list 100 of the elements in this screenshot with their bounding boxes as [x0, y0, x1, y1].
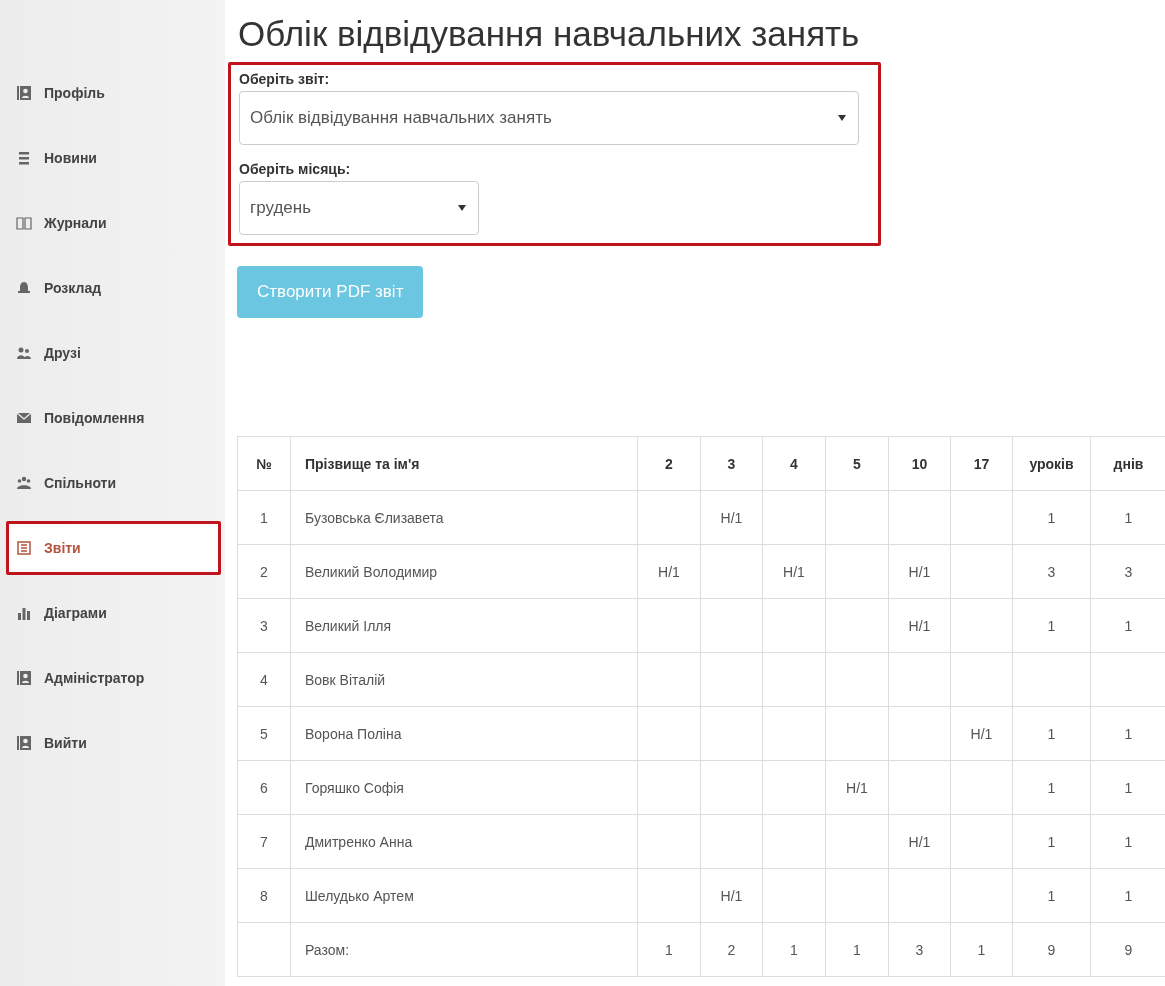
- table-cell: [950, 598, 1013, 653]
- table-cell: [237, 922, 291, 977]
- table-cell: [637, 760, 701, 815]
- table-cell: [888, 706, 951, 761]
- table-cell: [888, 490, 951, 545]
- sidebar-item[interactable]: Вийти: [6, 716, 221, 770]
- table-cell: [825, 544, 889, 599]
- table-cell: [637, 814, 701, 869]
- sidebar-item[interactable]: Адміністратор: [6, 651, 221, 705]
- table-cell: 1: [1012, 598, 1091, 653]
- table-cell: Н/1: [888, 598, 951, 653]
- table-cell: 1: [237, 490, 291, 545]
- table-cell: 2: [237, 544, 291, 599]
- table-cell: 1: [762, 922, 826, 977]
- table-cell: Н/1: [950, 706, 1013, 761]
- table-cell: [888, 652, 951, 707]
- table-cell: [825, 868, 889, 923]
- table-cell: [700, 598, 763, 653]
- table-cell: [825, 490, 889, 545]
- table-cell: [888, 760, 951, 815]
- table-cell: 4: [237, 652, 291, 707]
- table-cell: [762, 490, 826, 545]
- table-cell: [950, 868, 1013, 923]
- table-cell: 8: [237, 868, 291, 923]
- contact-card-icon: [16, 670, 32, 686]
- people-icon: [16, 345, 32, 361]
- table-cell: Ворона Поліна: [290, 706, 638, 761]
- sidebar-item[interactable]: Профіль: [6, 66, 221, 120]
- table-cell: Н/1: [700, 490, 763, 545]
- bar-chart-icon: [16, 605, 32, 621]
- column-header: 4: [762, 436, 826, 491]
- table-cell: Н/1: [700, 868, 763, 923]
- table-cell: [637, 652, 701, 707]
- caret-icon: [458, 205, 466, 211]
- table-cell: [825, 706, 889, 761]
- sidebar-item[interactable]: Спільноти: [6, 456, 221, 510]
- table-cell: [825, 598, 889, 653]
- table-cell: [762, 598, 826, 653]
- table-cell: 1: [1012, 814, 1091, 869]
- table-cell: 1: [637, 922, 701, 977]
- sidebar-item[interactable]: Журнали: [6, 196, 221, 250]
- table-cell: Разом:: [290, 922, 638, 977]
- table-cell: Великий Володимир: [290, 544, 638, 599]
- sidebar-item[interactable]: Розклад: [6, 261, 221, 315]
- sidebar-item[interactable]: Звіти: [6, 521, 221, 575]
- table-cell: 1: [950, 922, 1013, 977]
- contact-card-icon: [16, 735, 32, 751]
- table-cell: Н/1: [637, 544, 701, 599]
- table-cell: [950, 652, 1013, 707]
- table-cell: [762, 814, 826, 869]
- table-cell: 1: [1012, 868, 1091, 923]
- table-cell: [762, 652, 826, 707]
- table-cell: 5: [237, 706, 291, 761]
- table-cell: 1: [1012, 490, 1091, 545]
- table-cell: [700, 760, 763, 815]
- group-icon: [16, 475, 32, 491]
- table-cell: [637, 868, 701, 923]
- column-header: №: [237, 436, 291, 491]
- page-title: Облік відвідування навчальних занять: [238, 14, 861, 54]
- dropdown[interactable]: грудень: [239, 181, 479, 235]
- column-header: 10: [888, 436, 951, 491]
- table-cell: [762, 760, 826, 815]
- table-cell: [825, 814, 889, 869]
- sidebar-item[interactable]: Новини: [6, 131, 221, 185]
- table-cell: [825, 652, 889, 707]
- column-header: днів: [1090, 436, 1165, 491]
- sidebar-item[interactable]: Друзі: [6, 326, 221, 380]
- table-cell: Н/1: [762, 544, 826, 599]
- column-header: Прізвище та ім'я: [290, 436, 638, 491]
- table-cell: [637, 490, 701, 545]
- mail-icon: [16, 410, 32, 426]
- table-cell: [637, 598, 701, 653]
- table-cell: Н/1: [888, 814, 951, 869]
- column-header: 17: [950, 436, 1013, 491]
- table-cell: Н/1: [825, 760, 889, 815]
- field-label: Оберіть звіт:: [239, 71, 331, 87]
- table-cell: 3: [888, 922, 951, 977]
- menu-icon: [16, 150, 32, 166]
- table-cell: [762, 868, 826, 923]
- column-header: 2: [637, 436, 701, 491]
- table-cell: 3: [1012, 544, 1091, 599]
- sidebar-item[interactable]: Повідомлення: [6, 391, 221, 445]
- table-cell: 6: [237, 760, 291, 815]
- table-cell: Бузовська Єлизавета: [290, 490, 638, 545]
- caret-icon: [838, 115, 846, 121]
- table-cell: Вовк Віталій: [290, 652, 638, 707]
- table-cell: Дмитренко Анна: [290, 814, 638, 869]
- list-icon: [16, 540, 32, 556]
- column-header: уроків: [1012, 436, 1091, 491]
- table-cell: [950, 814, 1013, 869]
- table-cell: [762, 706, 826, 761]
- dropdown[interactable]: Облік відвідування навчальних занять: [239, 91, 859, 145]
- column-header: 5: [825, 436, 889, 491]
- table-cell: [637, 706, 701, 761]
- table-cell: 1: [1012, 706, 1091, 761]
- table-cell: [700, 544, 763, 599]
- table-cell: 1: [1012, 760, 1091, 815]
- column-header: 3: [700, 436, 763, 491]
- sidebar-item[interactable]: Діаграми: [6, 586, 221, 640]
- table-cell: [700, 652, 763, 707]
